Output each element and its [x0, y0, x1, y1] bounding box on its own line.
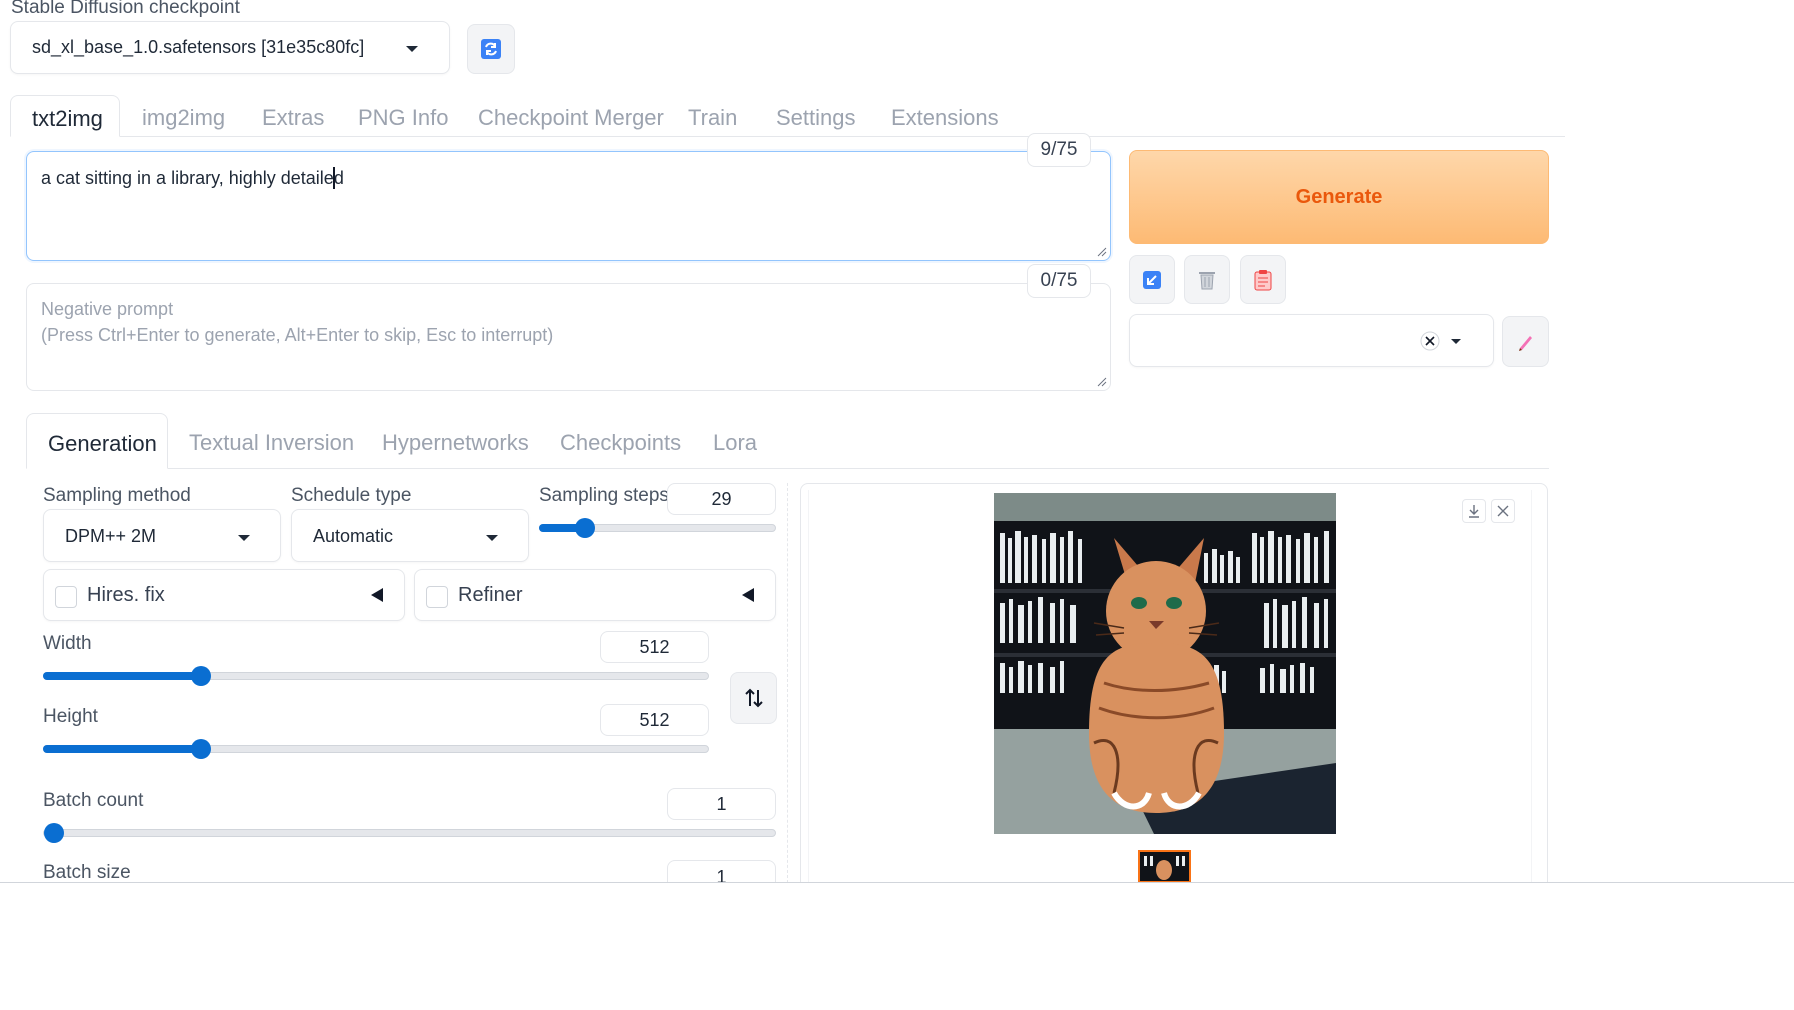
hires-fix-panel[interactable]: Hires. fix	[43, 569, 405, 621]
refresh-checkpoint-button[interactable]	[467, 24, 515, 74]
refiner-label: Refiner	[458, 584, 523, 606]
batch-count-label: Batch count	[43, 790, 144, 811]
generated-image[interactable]	[994, 493, 1336, 834]
sampling-steps-label: Sampling steps	[539, 485, 669, 506]
batch-count-slider[interactable]	[43, 823, 776, 843]
collapse-arrow-icon[interactable]	[371, 588, 383, 602]
negative-prompt-input[interactable]: Negative prompt (Press Ctrl+Enter to gen…	[26, 283, 1111, 391]
checkpoint-value: sd_xl_base_1.0.safetensors [31e35c80fc]	[32, 37, 365, 57]
refiner-checkbox[interactable]	[426, 586, 448, 608]
chevron-down-icon	[406, 46, 418, 52]
tab-txt2img[interactable]: txt2img	[10, 95, 120, 137]
clipboard-icon	[1254, 269, 1272, 290]
hires-fix-checkbox[interactable]	[55, 586, 77, 608]
cat-thumbnail-image	[1140, 852, 1189, 881]
window-bottom-edge	[0, 882, 1794, 1010]
sampling-steps-slider[interactable]	[539, 518, 776, 538]
main-tabs-baseline	[10, 136, 1565, 137]
sub-tabs-baseline	[26, 468, 1549, 469]
cat-in-library-image	[994, 493, 1336, 834]
tab-checkpoint-merger[interactable]: Checkpoint Merger	[478, 105, 664, 131]
width-label: Width	[43, 633, 92, 654]
gallery-thumbnail[interactable]	[1138, 850, 1191, 883]
collapse-arrow-icon[interactable]	[742, 588, 754, 602]
tab-hypernetworks[interactable]: Hypernetworks	[382, 430, 529, 456]
tab-generation[interactable]: Generation	[26, 413, 168, 469]
tab-train[interactable]: Train	[688, 105, 737, 131]
tab-extensions[interactable]: Extensions	[891, 105, 999, 131]
close-icon[interactable]	[1420, 331, 1440, 351]
schedule-type-value: Automatic	[313, 526, 394, 546]
download-button[interactable]	[1462, 499, 1486, 523]
tab-checkpoints[interactable]: Checkpoints	[560, 430, 681, 456]
column-divider	[787, 483, 788, 883]
prompt-text: a cat sitting in a library, highly detai…	[41, 168, 344, 188]
sampling-method-label: Sampling method	[43, 485, 191, 506]
tab-img2img[interactable]: img2img	[142, 105, 225, 131]
sampling-steps-input[interactable]: 29	[667, 483, 776, 515]
styles-dropdown[interactable]	[1129, 314, 1494, 367]
generate-button[interactable]: Generate	[1129, 150, 1549, 244]
height-label: Height	[43, 706, 98, 727]
edit-styles-button[interactable]	[1502, 316, 1549, 367]
checkpoint-dropdown[interactable]: sd_xl_base_1.0.safetensors [31e35c80fc]	[10, 21, 450, 74]
trash-icon	[1199, 271, 1215, 289]
text-cursor	[333, 167, 335, 189]
tab-textual-inversion[interactable]: Textual Inversion	[189, 430, 354, 456]
swap-dimensions-button[interactable]	[730, 672, 777, 724]
checkpoint-label: Stable Diffusion checkpoint	[11, 0, 240, 18]
resize-handle-icon	[1097, 247, 1107, 257]
slider-thumb[interactable]	[190, 666, 211, 686]
clear-prompt-button[interactable]	[1184, 255, 1230, 304]
sampling-method-dropdown[interactable]: DPM++ 2M	[43, 509, 281, 562]
negative-token-counter: 0/75	[1027, 264, 1091, 298]
close-gallery-button[interactable]	[1491, 499, 1515, 523]
refiner-panel[interactable]: Refiner	[414, 569, 776, 621]
negative-prompt-hint: (Press Ctrl+Enter to generate, Alt+Enter…	[41, 325, 554, 345]
tab-settings[interactable]: Settings	[776, 105, 856, 131]
chevron-down-icon	[238, 535, 250, 541]
slider-thumb[interactable]	[190, 739, 211, 759]
schedule-type-label: Schedule type	[291, 485, 412, 506]
generate-label: Generate	[1295, 185, 1383, 208]
swap-arrows-icon	[744, 688, 763, 708]
sampling-method-value: DPM++ 2M	[65, 526, 157, 546]
prompt-input[interactable]: a cat sitting in a library, highly detai…	[26, 151, 1111, 261]
close-icon	[1497, 505, 1509, 517]
tab-extras[interactable]: Extras	[262, 105, 324, 131]
negative-prompt-placeholder: Negative prompt	[41, 299, 174, 319]
width-slider[interactable]	[43, 666, 709, 686]
refresh-icon	[481, 39, 501, 59]
download-icon	[1469, 505, 1479, 518]
width-input[interactable]: 512	[600, 631, 709, 663]
slider-thumb[interactable]	[575, 518, 596, 538]
arrow-down-left-icon	[1143, 270, 1161, 289]
chevron-down-icon	[486, 535, 498, 541]
hires-fix-label: Hires. fix	[87, 584, 165, 606]
height-slider[interactable]	[43, 739, 709, 759]
pencil-icon	[1518, 335, 1532, 351]
batch-size-label: Batch size	[43, 862, 131, 883]
tab-png-info[interactable]: PNG Info	[358, 105, 448, 131]
height-input[interactable]: 512	[600, 704, 709, 736]
batch-count-input[interactable]: 1	[667, 788, 776, 820]
read-params-button[interactable]	[1129, 255, 1175, 304]
apply-style-button[interactable]	[1240, 255, 1286, 304]
tab-lora[interactable]: Lora	[713, 430, 757, 456]
slider-thumb[interactable]	[44, 823, 64, 843]
resize-handle-icon	[1097, 377, 1107, 387]
schedule-type-dropdown[interactable]: Automatic	[291, 509, 529, 562]
chevron-down-icon	[1451, 339, 1461, 344]
prompt-token-counter: 9/75	[1027, 133, 1091, 167]
